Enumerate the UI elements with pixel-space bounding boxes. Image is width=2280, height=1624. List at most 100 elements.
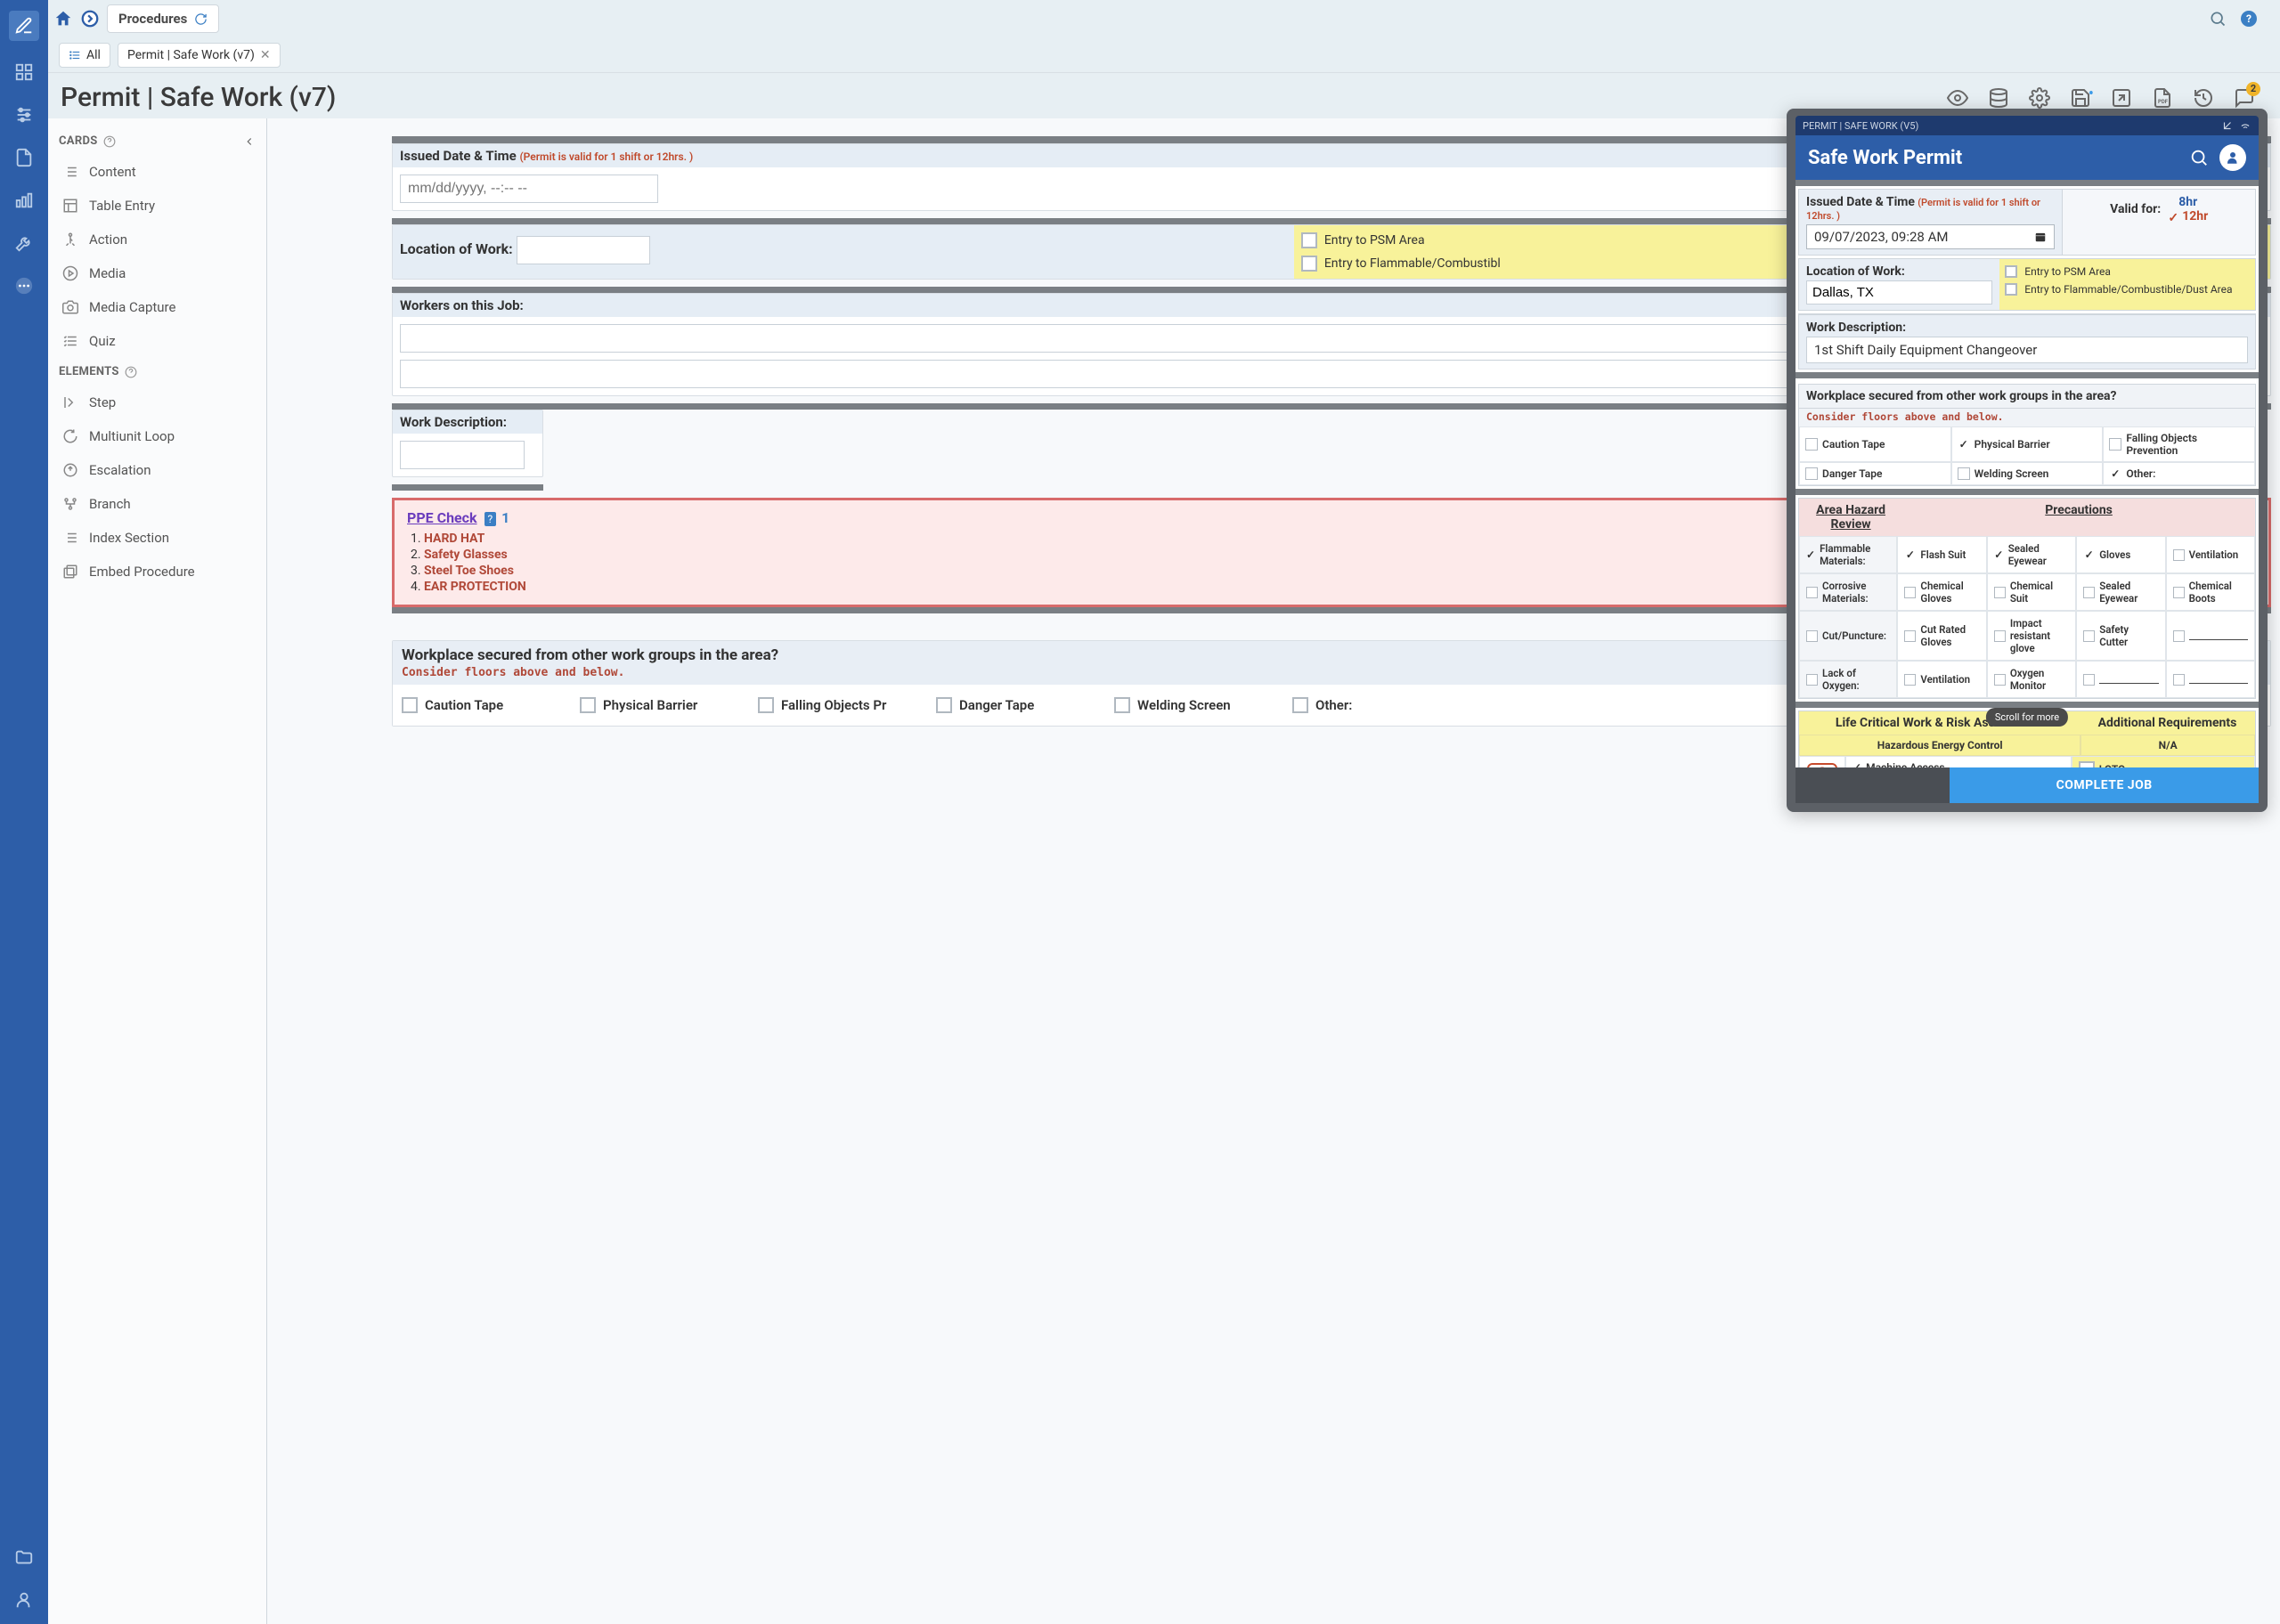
mp-workdesc-input[interactable]: 1st Shift Daily Equipment Changeover bbox=[1806, 337, 2248, 363]
forward-icon[interactable] bbox=[80, 9, 100, 28]
cards-header: CARDS bbox=[59, 134, 256, 148]
ppe-badge: ? bbox=[484, 512, 497, 526]
mp-workplace-opt[interactable]: Danger Tape bbox=[1799, 462, 1951, 485]
precaution-cell[interactable]: Impact resistant glove bbox=[1987, 611, 2076, 661]
mp-workplace-opt[interactable]: Welding Screen bbox=[1951, 462, 2104, 485]
life-item[interactable]: ✓Machine Access bbox=[1852, 761, 2064, 767]
mp-workplace-opt[interactable]: ✓Other: bbox=[2103, 462, 2255, 485]
workplace-opt[interactable]: Caution Tape bbox=[402, 694, 562, 717]
precaution-cell[interactable]: Chemical Gloves bbox=[1897, 573, 1986, 611]
mp-location-input[interactable] bbox=[1806, 280, 1992, 304]
workdesc-input[interactable] bbox=[400, 441, 525, 469]
nav-edit-icon[interactable] bbox=[9, 11, 39, 41]
tab-close-icon[interactable]: ✕ bbox=[260, 48, 271, 62]
hazard-row-header[interactable]: Lack of Oxygen: bbox=[1799, 661, 1897, 698]
precaution-cell[interactable] bbox=[2166, 661, 2255, 698]
mobile-header: Safe Work Permit bbox=[1796, 135, 2259, 180]
element-item-icon bbox=[62, 394, 78, 410]
workplace-opt[interactable]: Physical Barrier bbox=[580, 694, 740, 717]
tab-all[interactable]: All bbox=[59, 43, 110, 68]
precaution-cell[interactable]: ✓Sealed Eyewear bbox=[1987, 536, 2076, 573]
precaution-cell[interactable]: Oxygen Monitor bbox=[1987, 661, 2076, 698]
nav-tools-icon[interactable] bbox=[12, 231, 36, 255]
comments-badge: 2 bbox=[2246, 82, 2260, 96]
precaution-cell[interactable]: Sealed Eyewear bbox=[2076, 573, 2165, 611]
card-item-content[interactable]: Content bbox=[55, 155, 259, 189]
export-icon[interactable] bbox=[2111, 87, 2132, 109]
life-add-cell: LOTO✓LnBrk/EquipOpen Checklist bbox=[2072, 756, 2255, 767]
hazard-row-header[interactable]: Corrosive Materials: bbox=[1799, 573, 1897, 611]
element-item-multiunit-loop[interactable]: Multiunit Loop bbox=[55, 419, 259, 453]
app-nav-rail bbox=[0, 0, 48, 1624]
issued-date-input[interactable] bbox=[400, 175, 658, 203]
home-icon[interactable] bbox=[53, 9, 73, 28]
collapse-icon[interactable] bbox=[243, 135, 256, 148]
precaution-cell[interactable]: Chemical Boots bbox=[2166, 573, 2255, 611]
help-icon[interactable]: ? bbox=[2241, 11, 2257, 27]
precaution-cell[interactable]: Chemical Suit bbox=[1987, 573, 2076, 611]
refresh-icon[interactable] bbox=[194, 12, 208, 26]
card-item-quiz[interactable]: Quiz bbox=[55, 324, 259, 358]
mp-loc-opt-2[interactable]: Entry to Flammable/Combustible/Dust Area bbox=[2005, 280, 2250, 298]
search-icon[interactable] bbox=[2209, 10, 2227, 28]
hazard-row-header[interactable]: ✓Flammable Materials: bbox=[1799, 536, 1897, 573]
workplace-opt[interactable]: Welding Screen bbox=[1114, 694, 1274, 717]
preview-icon[interactable] bbox=[1947, 87, 1968, 109]
precaution-cell[interactable]: Ventilation bbox=[1897, 661, 1986, 698]
valid-8hr[interactable]: 8hr bbox=[2168, 195, 2208, 209]
location-input[interactable] bbox=[517, 236, 650, 264]
card-item-media-capture[interactable]: Media Capture bbox=[55, 290, 259, 324]
workplace-opt[interactable]: Other: bbox=[1292, 694, 1453, 717]
card-item-table-entry[interactable]: Table Entry bbox=[55, 189, 259, 223]
life-item-cell: ✓Machine AccessLine Break/Equip Open bbox=[1845, 756, 2072, 767]
save-icon[interactable]: • bbox=[2070, 87, 2091, 109]
precaution-cell[interactable]: Safety Cutter bbox=[2076, 611, 2165, 661]
hazard-row-header[interactable]: Cut/Puncture: bbox=[1799, 611, 1897, 661]
mp-issued-label: Issued Date & Time bbox=[1806, 195, 1915, 209]
tab-document[interactable]: Permit | Safe Work (v7) ✕ bbox=[118, 43, 281, 68]
nav-folder-icon[interactable] bbox=[12, 1546, 36, 1569]
help-icon[interactable] bbox=[125, 366, 137, 378]
mp-date-input[interactable]: 09/07/2023, 09:28 AM bbox=[1806, 224, 2055, 249]
precaution-cell[interactable]: Cut Rated Gloves bbox=[1897, 611, 1986, 661]
nav-file-icon[interactable] bbox=[12, 146, 36, 169]
breadcrumb-tab[interactable]: Procedures bbox=[107, 4, 219, 33]
workplace-opt[interactable]: Danger Tape bbox=[936, 694, 1096, 717]
nav-user-icon[interactable] bbox=[12, 1588, 36, 1612]
left-panel: CARDS ContentTable EntryActionMediaMedia… bbox=[48, 118, 267, 1624]
mp-workplace-opt[interactable]: Caution Tape bbox=[1799, 426, 1951, 462]
precaution-cell[interactable]: Ventilation bbox=[2166, 536, 2255, 573]
precaution-cell[interactable]: ✓Gloves bbox=[2076, 536, 2165, 573]
element-item-branch[interactable]: Branch bbox=[55, 487, 259, 521]
history-icon[interactable] bbox=[2193, 87, 2214, 109]
pdf-icon[interactable]: PDF bbox=[2152, 87, 2173, 109]
nav-chart-icon[interactable] bbox=[12, 189, 36, 212]
mp-workplace-opt[interactable]: Falling Objects Prevention bbox=[2103, 426, 2255, 462]
comments-icon[interactable]: 2 bbox=[2234, 87, 2255, 109]
workplace-opt[interactable]: Falling Objects Pr bbox=[758, 694, 918, 717]
gear-icon[interactable] bbox=[2029, 87, 2050, 109]
element-item-embed-procedure[interactable]: Embed Procedure bbox=[55, 555, 259, 589]
nav-more-icon[interactable] bbox=[12, 274, 36, 297]
nav-grid-icon[interactable] bbox=[12, 61, 36, 84]
mp-loc-opt-1[interactable]: Entry to PSM Area bbox=[2005, 263, 2250, 280]
card-item-media[interactable]: Media bbox=[55, 256, 259, 290]
mp-workplace-opt[interactable]: ✓Physical Barrier bbox=[1951, 426, 2104, 462]
list-icon bbox=[69, 49, 81, 61]
card-item-action[interactable]: Action bbox=[55, 223, 259, 256]
element-item-step[interactable]: Step bbox=[55, 386, 259, 419]
complete-job-button[interactable]: COMPLETE JOB bbox=[1950, 767, 2259, 803]
mobile-avatar-icon[interactable] bbox=[2219, 144, 2246, 171]
life-add-item[interactable]: LOTO bbox=[2079, 761, 2248, 767]
nav-sliders-icon[interactable] bbox=[12, 103, 36, 126]
valid-12hr[interactable]: ✓12hr bbox=[2168, 209, 2208, 223]
precaution-cell[interactable] bbox=[2076, 661, 2165, 698]
mobile-search-icon[interactable] bbox=[2189, 148, 2209, 167]
element-item-index-section[interactable]: Index Section bbox=[55, 521, 259, 555]
precaution-cell[interactable] bbox=[2166, 611, 2255, 661]
element-item-escalation[interactable]: Escalation bbox=[55, 453, 259, 487]
database-icon[interactable] bbox=[1988, 87, 2009, 109]
help-icon[interactable] bbox=[103, 135, 116, 148]
element-item-icon bbox=[62, 462, 78, 478]
precaution-cell[interactable]: ✓Flash Suit bbox=[1897, 536, 1986, 573]
